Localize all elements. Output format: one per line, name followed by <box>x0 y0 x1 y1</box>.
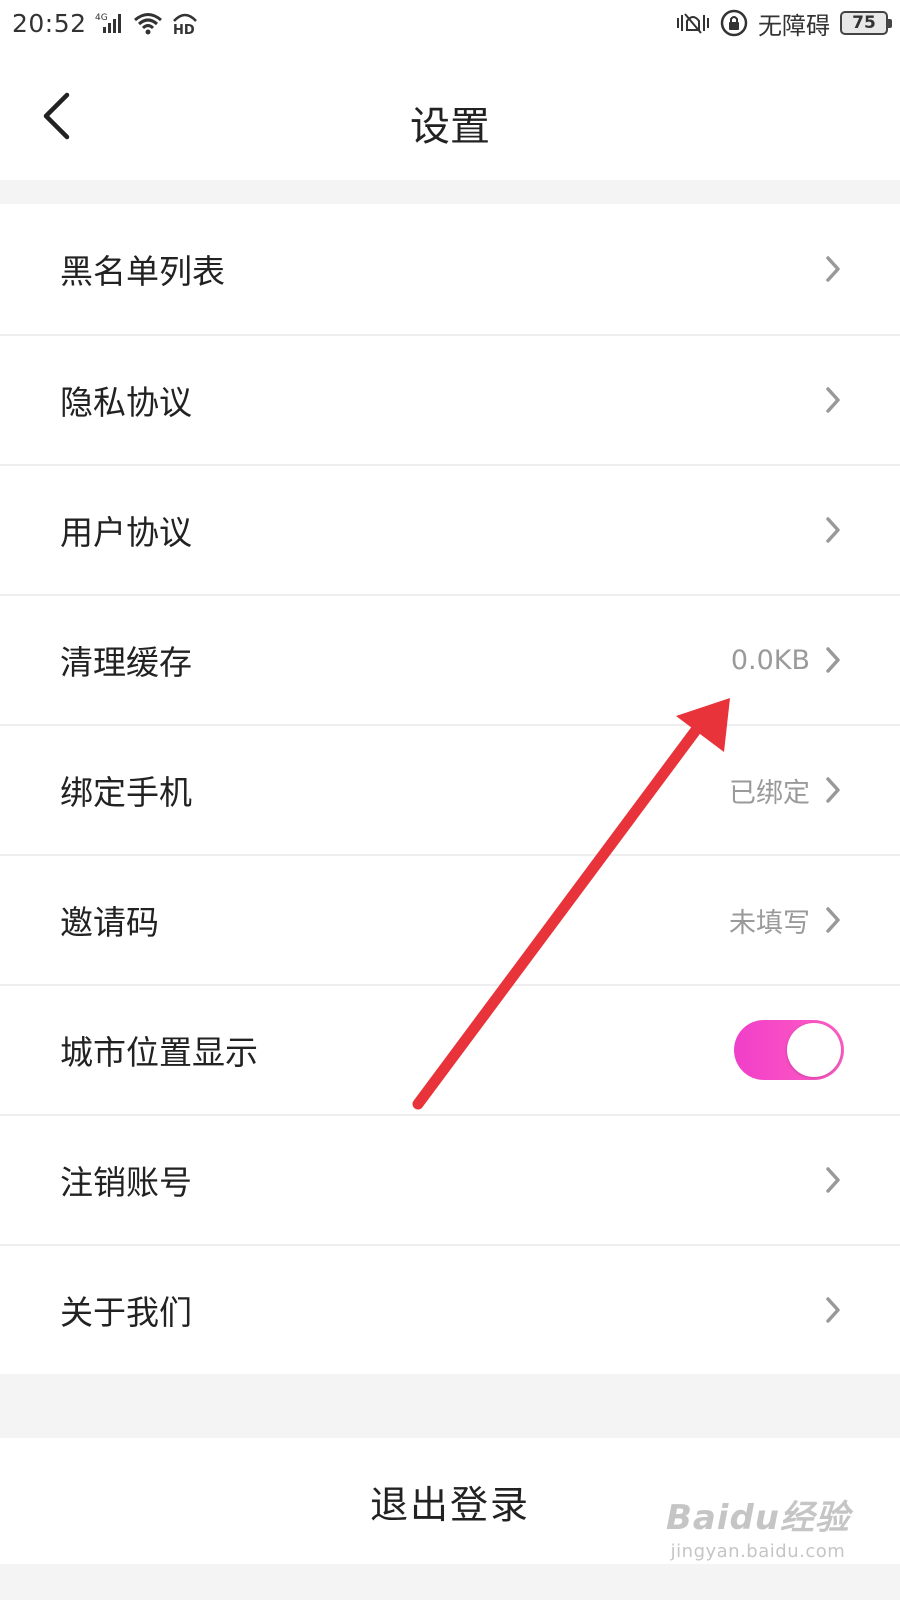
wifi-icon <box>133 11 163 35</box>
settings-item-label: 关于我们 <box>60 1293 192 1332</box>
settings-item-label: 注销账号 <box>60 1163 192 1202</box>
signal-icon: 4G <box>95 11 125 35</box>
watermark-url: jingyan.baidu.com <box>670 1541 846 1562</box>
chevron-right-icon <box>824 646 842 674</box>
chevron-right-icon <box>824 906 842 934</box>
chevron-right-icon <box>824 776 842 804</box>
settings-item-clear-cache[interactable]: 清理缓存 0.0KB <box>0 594 900 724</box>
hd-icon: HD <box>171 11 199 35</box>
settings-item-user-agreement[interactable]: 用户协议 <box>0 464 900 594</box>
toggle-knob <box>787 1023 841 1077</box>
cache-size-value: 0.0KB <box>730 644 810 676</box>
accessibility-label: 无障碍 <box>758 11 830 40</box>
chevron-right-icon <box>824 1166 842 1194</box>
settings-item-label: 隐私协议 <box>60 383 192 422</box>
vibrate-mute-icon <box>676 10 710 36</box>
settings-page: 20:52 4G HD 无障碍 75 设置 黑名单列表 隐私协议 用户协议 清理… <box>0 0 900 1600</box>
hd-label: HD <box>173 23 195 35</box>
settings-item-label: 黑名单列表 <box>60 252 225 291</box>
watermark-logo: Baidu经验 <box>665 1498 850 1538</box>
settings-item-invite-code[interactable]: 邀请码 未填写 <box>0 854 900 984</box>
settings-item-label: 城市位置显示 <box>60 1033 258 1072</box>
app-header: 设置 <box>0 46 900 180</box>
settings-item-label: 邀请码 <box>60 903 159 942</box>
settings-item-bind-phone[interactable]: 绑定手机 已绑定 <box>0 724 900 854</box>
settings-item-label: 清理缓存 <box>60 643 192 682</box>
settings-list: 黑名单列表 隐私协议 用户协议 清理缓存 0.0KB 绑定手机 已绑定 邀请码 … <box>0 204 900 1374</box>
settings-item-cancel-account[interactable]: 注销账号 <box>0 1114 900 1244</box>
invite-code-status: 未填写 <box>729 907 810 939</box>
status-time: 20:52 <box>12 8 87 38</box>
settings-item-city-location: 城市位置显示 <box>0 984 900 1114</box>
settings-item-about-us[interactable]: 关于我们 <box>0 1244 900 1374</box>
settings-item-blacklist[interactable]: 黑名单列表 <box>0 204 900 334</box>
battery-icon: 75 <box>840 11 892 35</box>
city-location-toggle[interactable] <box>734 1020 844 1080</box>
phone-bind-status: 已绑定 <box>729 777 810 809</box>
settings-item-privacy-policy[interactable]: 隐私协议 <box>0 334 900 464</box>
network-label: 4G <box>95 13 108 23</box>
page-title: 设置 <box>410 104 490 150</box>
chevron-right-icon <box>824 386 842 414</box>
logout-label: 退出登录 <box>369 1482 530 1527</box>
status-bar: 20:52 4G HD 无障碍 75 <box>0 0 900 46</box>
chevron-right-icon <box>824 255 842 283</box>
settings-item-label: 用户协议 <box>60 513 192 552</box>
chevron-right-icon <box>824 1296 842 1324</box>
settings-item-label: 绑定手机 <box>60 773 192 812</box>
battery-level: 75 <box>852 13 876 33</box>
chevron-right-icon <box>824 516 842 544</box>
lock-rotation-icon <box>720 9 748 37</box>
watermark: Baidu经验 jingyan.baidu.com <box>666 1490 850 1562</box>
